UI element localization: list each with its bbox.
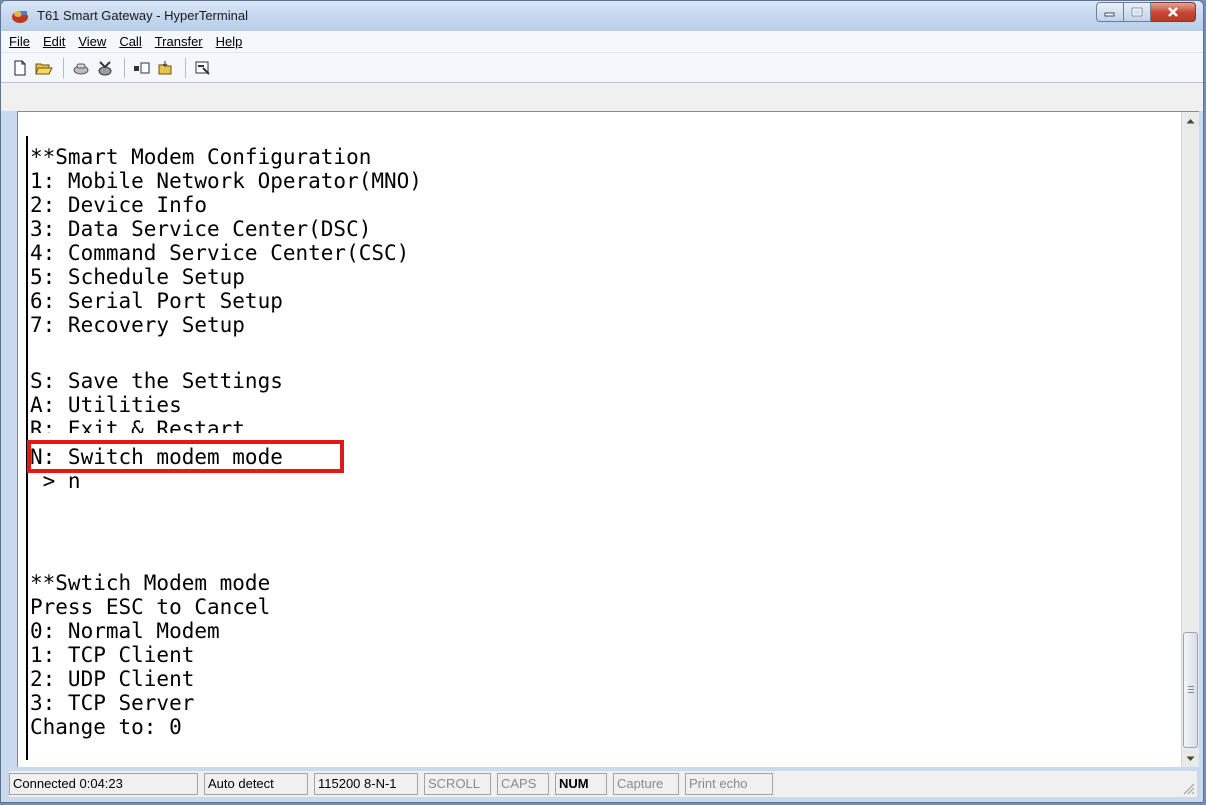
dial-button[interactable] <box>94 57 116 79</box>
terminal-screen[interactable]: **Smart Modem Configuration 1: Mobile Ne… <box>18 112 1181 767</box>
terminal-line: A: Utilities <box>30 393 182 417</box>
status-auto-detect: Auto detect <box>204 773 308 795</box>
menu-view-label: View <box>78 34 107 49</box>
terminal-line: 0: Normal Modem <box>30 619 220 643</box>
terminal-line: 4: Command Service Center(CSC) <box>30 241 410 265</box>
new-document-icon <box>14 60 26 75</box>
toolbar-separator <box>185 57 186 78</box>
send-button[interactable] <box>131 57 153 79</box>
disconnect-phone-icon <box>73 63 89 74</box>
menu-call[interactable]: Call <box>119 34 141 49</box>
menu-transfer-label: Transfer <box>154 34 203 49</box>
terminal-line: 1: Mobile Network Operator(MNO) <box>30 169 422 193</box>
send-file-icon <box>134 62 150 73</box>
status-bar: Connected 0:04:23 Auto detect 115200 8-N… <box>9 771 1197 797</box>
terminal-line: 3: TCP Server <box>30 691 195 715</box>
open-folder-icon <box>35 63 53 74</box>
properties-button[interactable] <box>192 57 214 79</box>
toolbar-separator <box>124 57 125 78</box>
dial-phone-icon <box>98 60 112 75</box>
toolbar-separator <box>63 57 64 78</box>
grip-icon <box>1188 686 1194 693</box>
minimize-icon <box>1104 12 1115 17</box>
terminal-line: 5: Schedule Setup <box>30 265 245 289</box>
properties-icon <box>195 61 210 75</box>
open-button[interactable] <box>33 57 55 79</box>
terminal-line: Change to: 0 <box>30 715 182 739</box>
arrow-down-icon <box>1186 756 1195 761</box>
close-icon <box>1168 7 1178 17</box>
scroll-up-button[interactable] <box>1182 112 1199 129</box>
menu-bar: File Edit View Call Transfer Help <box>1 31 1203 53</box>
terminal-frame: **Smart Modem Configuration 1: Mobile Ne… <box>17 111 1199 767</box>
menu-view[interactable]: View <box>78 34 106 49</box>
title-bar[interactable]: T61 Smart Gateway - HyperTerminal <box>1 1 1203 31</box>
terminal-line: 3: Data Service Center(DSC) <box>30 217 372 241</box>
menu-file[interactable]: File <box>9 34 30 49</box>
hyperterminal-app-icon[interactable] <box>11 8 29 24</box>
status-caps: CAPS <box>497 773 549 795</box>
toolbar-terminal-gap <box>1 83 1203 111</box>
terminal-line: 2: Device Info <box>30 193 208 217</box>
terminal-line: R: Exit & Restart <box>30 417 245 433</box>
terminal-line: 2: UDP Client <box>30 667 195 691</box>
terminal-line: 6: Serial Port Setup <box>30 289 283 313</box>
disconnect-button[interactable] <box>70 57 92 79</box>
scrollbar-thumb[interactable] <box>1183 632 1198 748</box>
menu-edit[interactable]: Edit <box>43 34 65 49</box>
minimize-button[interactable] <box>1096 2 1124 22</box>
status-print-echo: Print echo <box>685 773 773 795</box>
terminal-line: **Smart Modem Configuration <box>30 145 372 169</box>
menu-help[interactable]: Help <box>216 34 243 49</box>
toolbar <box>1 53 1203 83</box>
status-connection: Connected 0:04:23 <box>9 773 198 795</box>
menu-help-label: Help <box>215 34 243 49</box>
window-title: T61 Smart Gateway - HyperTerminal <box>37 8 248 23</box>
receive-file-icon <box>158 60 172 74</box>
status-num: NUM <box>555 773 607 795</box>
terminal-line: 1: TCP Client <box>30 643 195 667</box>
close-button[interactable] <box>1151 2 1196 22</box>
hyperterminal-window: T61 Smart Gateway - HyperTerminal File E… <box>0 0 1204 803</box>
terminal-line-clipped: R: Exit & Restart <box>30 417 330 433</box>
resize-grip-icon[interactable] <box>1181 781 1195 795</box>
new-connection-button[interactable] <box>9 57 31 79</box>
menu-file-label: File <box>9 34 30 49</box>
menu-transfer[interactable]: Transfer <box>155 34 203 49</box>
window-controls <box>1096 2 1196 22</box>
terminal-line: 7: Recovery Setup <box>30 313 245 337</box>
terminal-line: S: Save the Settings <box>30 369 283 393</box>
maximize-button[interactable] <box>1124 2 1151 22</box>
highlight-box <box>27 440 344 473</box>
status-scroll: SCROLL <box>424 773 491 795</box>
scroll-down-button[interactable] <box>1182 750 1199 767</box>
terminal-line: Press ESC to Cancel <box>30 595 271 619</box>
status-capture: Capture <box>613 773 679 795</box>
terminal-line: **Swtich Modem mode <box>30 571 271 595</box>
arrow-up-icon <box>1186 118 1195 123</box>
menu-edit-label: Edit <box>42 34 66 49</box>
vertical-scrollbar[interactable] <box>1181 112 1199 767</box>
maximize-icon <box>1131 7 1143 17</box>
receive-button[interactable] <box>155 57 177 79</box>
menu-call-label: Call <box>119 34 142 49</box>
status-port-settings: 115200 8-N-1 <box>314 773 418 795</box>
